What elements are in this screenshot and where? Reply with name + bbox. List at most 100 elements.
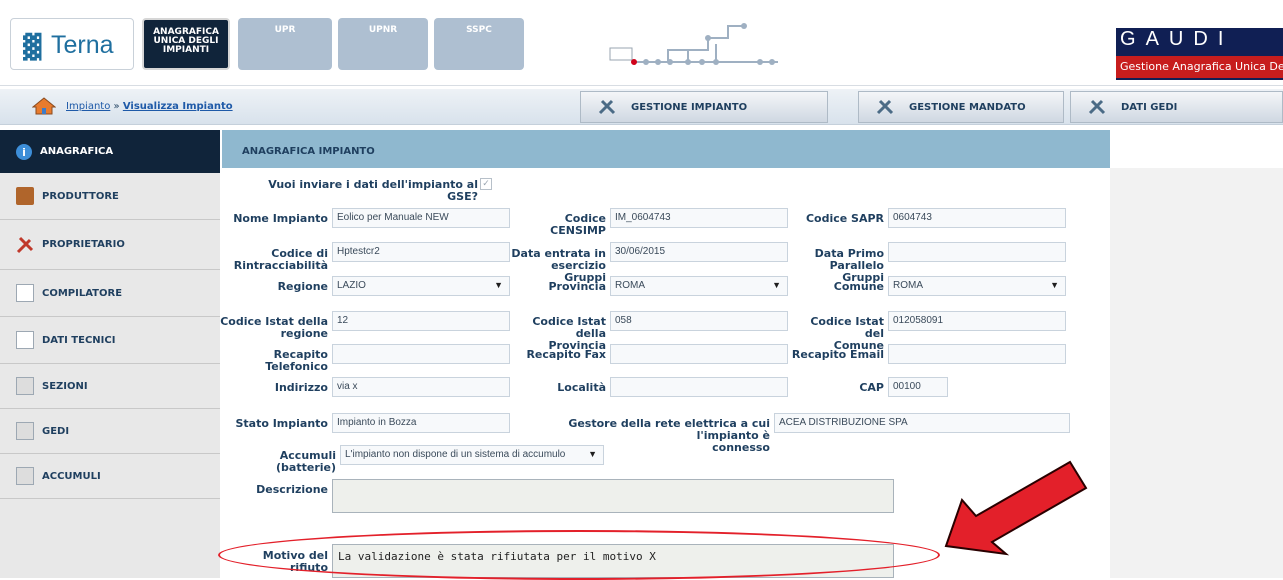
nav-anagrafica[interactable]: ANAGRAFICA UNICA DEGLI IMPIANTI — [142, 18, 230, 70]
sidebar-item-label: DATI TECNICI — [42, 334, 116, 346]
localita-field[interactable] — [610, 377, 788, 397]
stack-icon — [16, 467, 34, 485]
dati-gedi-label: DATI GEDI — [1121, 101, 1178, 113]
sidebar-item-compilatore[interactable]: COMPILATORE — [0, 270, 220, 317]
sidebar-item-label: SEZIONI — [42, 380, 88, 392]
stato-impianto-label: Stato Impianto — [235, 417, 328, 430]
terna-logo-text: Terna — [51, 31, 114, 59]
gaudi-letter-g: G — [1120, 28, 1136, 50]
stack-icon — [16, 377, 34, 395]
codice-censimp-label: Codice CENSIMP — [550, 212, 606, 237]
codice-censimp-field[interactable]: IM_0604743 — [610, 208, 788, 228]
codice-sapr-field[interactable]: 0604743 — [888, 208, 1066, 228]
indirizzo-field[interactable]: via x — [332, 377, 510, 397]
gaudi-letter-u: U — [1168, 28, 1184, 50]
cap-label: CAP — [859, 381, 884, 394]
nav-sspc[interactable]: SSPC — [434, 18, 524, 70]
sidebar-item-gedi[interactable]: GEDI — [0, 409, 220, 454]
home-icon[interactable] — [32, 97, 56, 115]
istat-regione-field[interactable]: 12 — [332, 311, 510, 331]
sidebar-item-label: ANAGRAFICA — [40, 146, 114, 157]
sidebar-item-label: GEDI — [42, 425, 70, 437]
regione-label: Regione — [277, 280, 328, 293]
istat-provincia-label: Codice Istat della Provincia — [532, 315, 606, 352]
nav-upr-label: UPR — [274, 25, 296, 35]
network-diagram-icon — [609, 23, 778, 65]
breadcrumb-current-link[interactable]: Visualizza Impianto — [123, 101, 233, 112]
dati-gedi-button[interactable]: DATI GEDI — [1070, 91, 1283, 123]
sidebar-item-dati-tecnici[interactable]: DATI TECNICI — [0, 317, 220, 364]
recapito-telefonico-field[interactable] — [332, 344, 510, 364]
gaudi-logo: G A U D I Gestione Anagrafica Unica Degl… — [1116, 28, 1283, 80]
document-icon — [16, 331, 34, 349]
sidebar-item-sezioni[interactable]: SEZIONI — [0, 364, 220, 409]
document-icon — [16, 284, 34, 302]
gaudi-subtitle: Gestione Anagrafica Unica Degli Impianti — [1116, 56, 1283, 78]
gestione-mandato-button[interactable]: GESTIONE MANDATO — [858, 91, 1064, 123]
panel-title: ANAGRAFICA IMPIANTO — [222, 130, 1110, 168]
sidebar-item-label: PROPRIETARIO — [42, 239, 125, 250]
breadcrumb: Impianto » Visualizza Impianto — [66, 101, 233, 112]
nav-upnr[interactable]: UPNR — [338, 18, 428, 70]
briefcase-icon — [16, 187, 34, 205]
recapito-email-field[interactable] — [888, 344, 1066, 364]
data-entrata-label: Data entrata in esercizio Gruppi — [511, 247, 606, 284]
provincia-label: Provincia — [548, 280, 606, 293]
tools-icon — [1088, 99, 1106, 115]
terna-logo[interactable]: ▓ Terna — [10, 18, 134, 70]
gestore-field[interactable]: ACEA DISTRIBUZIONE SPA — [774, 413, 1070, 433]
top-bar: ▓ Terna ANAGRAFICA UNICA DEGLI IMPIANTI … — [0, 0, 1283, 86]
sidebar-item-label: COMPILATORE — [42, 287, 123, 299]
terna-logo-icon: ▓ — [23, 33, 42, 61]
recapito-fax-field[interactable] — [610, 344, 788, 364]
descrizione-textarea[interactable] — [332, 479, 894, 513]
gse-checkbox[interactable]: ✓ — [480, 178, 492, 190]
recapito-fax-label: Recapito Fax — [526, 348, 606, 361]
nav-upnr-label: UPNR — [368, 25, 398, 35]
stack-icon — [16, 422, 34, 440]
gse-question-label: Vuoi inviare i dati dell'impianto al GSE… — [268, 178, 478, 203]
comune-select[interactable]: ROMA — [888, 276, 1066, 296]
sidebar-item-proprietario[interactable]: PROPRIETARIO — [0, 220, 220, 270]
gestione-mandato-label: GESTIONE MANDATO — [909, 101, 1026, 113]
gaudi-letter-i: I — [1217, 28, 1224, 50]
tools-icon — [876, 99, 894, 115]
tools-icon — [598, 99, 616, 115]
sidebar-item-accumuli[interactable]: ACCUMULI — [0, 454, 220, 499]
nav-upr[interactable]: UPR — [238, 18, 332, 70]
data-primo-parallelo-field[interactable] — [888, 242, 1066, 262]
sidebar-item-produttore[interactable]: PRODUTTORE — [0, 173, 220, 220]
codice-rintracciabilita-label: Codice di Rintracciabilità — [233, 247, 328, 272]
gestione-impianto-label: GESTIONE IMPIANTO — [631, 101, 748, 113]
nome-impianto-field[interactable]: Eolico per Manuale NEW — [332, 208, 510, 228]
sidebar: i ANAGRAFICA PRODUTTORE PROPRIETARIO COM… — [0, 130, 220, 578]
descrizione-label: Descrizione — [256, 483, 328, 496]
data-entrata-field[interactable]: 30/06/2015 — [610, 242, 788, 262]
breadcrumb-separator: » — [113, 101, 120, 112]
accumuli-select[interactable]: L'impianto non dispone di un sistema di … — [340, 445, 604, 465]
highlight-ellipse — [218, 530, 940, 580]
codice-sapr-label: Codice SAPR — [805, 212, 884, 225]
recapito-telefonico-label: Recapito Telefonico — [265, 348, 328, 373]
localita-label: Località — [557, 381, 606, 394]
gaudi-letter-a: A — [1145, 28, 1159, 50]
nome-impianto-label: Nome Impianto — [233, 212, 328, 225]
breadcrumb-impianto-link[interactable]: Impianto — [66, 101, 110, 112]
data-primo-parallelo-label: Data Primo Parallelo Gruppi — [814, 247, 884, 284]
istat-comune-field[interactable]: 012058091 — [888, 311, 1066, 331]
cap-field[interactable]: 00100 — [888, 377, 948, 397]
provincia-select[interactable]: ROMA — [610, 276, 788, 296]
istat-comune-label: Codice Istat del Comune — [810, 315, 884, 352]
indirizzo-label: Indirizzo — [274, 381, 328, 394]
codice-rintracciabilita-field[interactable]: Hptestcr2 — [332, 242, 510, 262]
stato-impianto-field[interactable]: Impianto in Bozza — [332, 413, 510, 433]
tools-icon — [16, 236, 34, 253]
red-arrow-icon — [944, 460, 1088, 556]
comune-label: Comune — [833, 280, 884, 293]
sidebar-item-label: PRODUTTORE — [42, 190, 119, 202]
sidebar-item-anagrafica[interactable]: i ANAGRAFICA — [0, 130, 220, 173]
regione-select[interactable]: LAZIO — [332, 276, 510, 296]
istat-provincia-field[interactable]: 058 — [610, 311, 788, 331]
nav-anagrafica-label: ANAGRAFICA UNICA DEGLI IMPIANTI — [153, 27, 219, 55]
gestione-impianto-button[interactable]: GESTIONE IMPIANTO — [580, 91, 828, 123]
